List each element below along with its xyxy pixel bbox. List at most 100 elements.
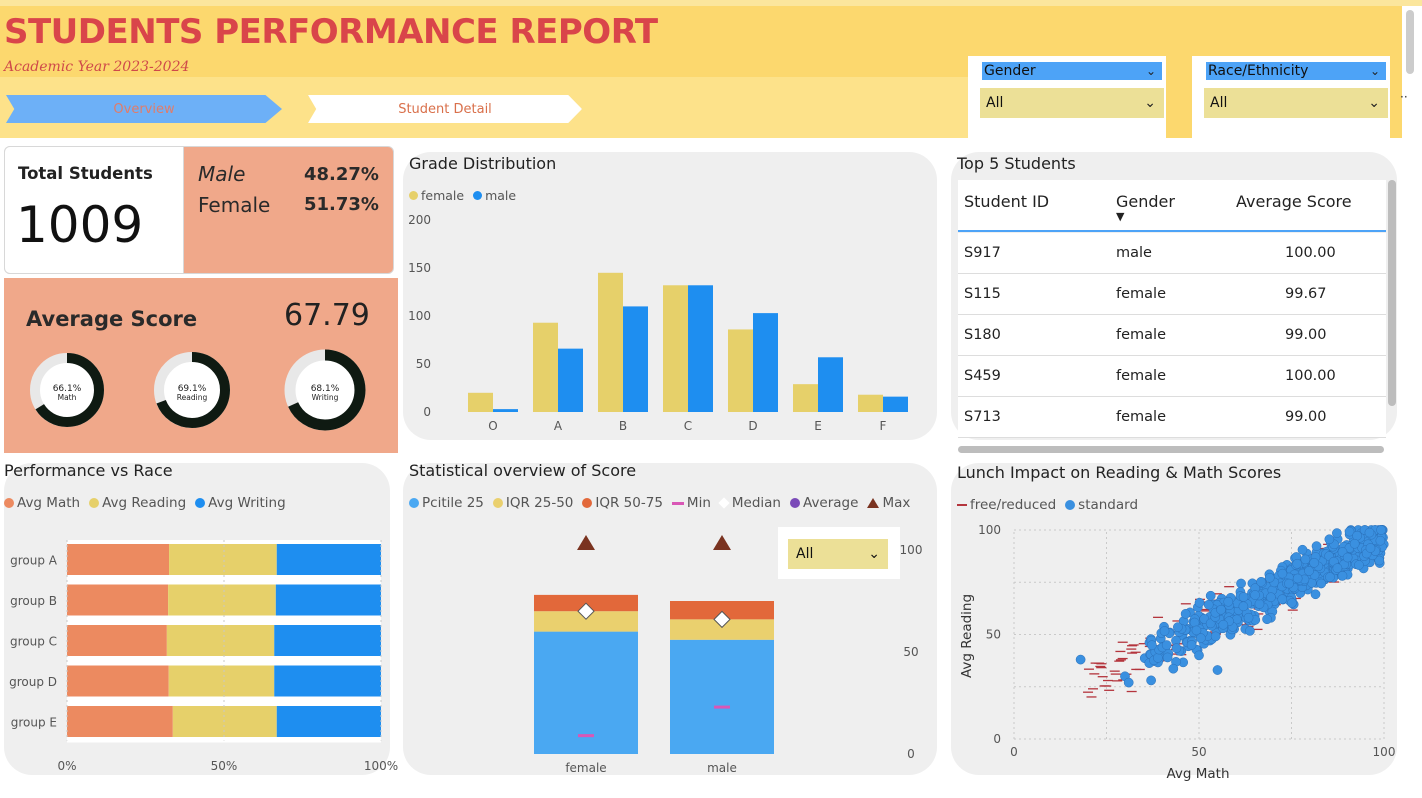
standard-point (1153, 653, 1163, 663)
standard-point (1277, 568, 1288, 579)
y-tick-label: 150 (408, 261, 431, 275)
header-scrollbar[interactable] (1406, 10, 1414, 74)
standard-point (1349, 538, 1360, 549)
bar-male (883, 396, 908, 412)
bar-segment (166, 625, 275, 656)
table-horizontal-scrollbar[interactable] (958, 446, 1384, 453)
gender-slicer-header[interactable]: Gender ⌄ (982, 62, 1162, 80)
standard-point (1352, 530, 1362, 541)
standard-point (1337, 570, 1348, 581)
legend-dot-icon (195, 498, 206, 508)
stat-panel-title: Statistical overview of Score (409, 461, 637, 480)
bar-male (688, 285, 713, 412)
student-id-cell: S917 (964, 245, 1001, 261)
race-panel-title: Performance vs Race (4, 461, 173, 480)
more-options-icon[interactable]: ·· (1400, 90, 1408, 104)
legend-male-label: male (485, 188, 517, 203)
table-row[interactable]: S713 female 99.00 (958, 397, 1386, 438)
standard-point (1123, 677, 1134, 688)
x-tick-label: C (684, 419, 692, 433)
legend-dot-icon (492, 498, 503, 508)
gender-cell: female (1116, 286, 1166, 302)
x-tick-label: O (488, 419, 497, 433)
stat-legend: Pcitile 25 IQR 25-50 IQR 50-75 Min Media… (409, 495, 916, 511)
page-subtitle: Academic Year 2023-2024 (4, 59, 190, 75)
column-gender[interactable]: Gender (1116, 192, 1175, 211)
table-row[interactable]: S115 female 99.67 (958, 274, 1386, 315)
standard-point (1243, 612, 1254, 623)
bar-male (558, 348, 583, 412)
legend-avg-writing-label: Avg Writing (208, 495, 286, 511)
lunch-legend: free/reduced standard (957, 497, 1144, 513)
total-students-label: Total Students (18, 164, 153, 183)
table-vertical-scrollbar[interactable] (1388, 180, 1396, 406)
standard-point (1256, 576, 1266, 587)
legend-max-label: Max (882, 495, 911, 511)
stat-filter-dropdown[interactable]: All ⌄ (788, 539, 888, 569)
legend-avg-writing: Avg Writing (195, 495, 286, 511)
average-score-cell: 100.00 (1285, 368, 1336, 384)
average-score-cell: 99.00 (1285, 409, 1327, 425)
nav-student-detail-button[interactable]: Student Detail (308, 95, 582, 123)
legend-iqr-25-50-label: IQR 25-50 (505, 495, 574, 511)
legend-dot-icon (409, 498, 419, 508)
y-tick-label: 0 (993, 732, 1001, 746)
standard-point (1218, 619, 1229, 630)
race-legend: Avg Math Avg Reading Avg Writing (4, 495, 292, 511)
header-top-strip (0, 0, 1422, 6)
race-slicer-label: Race/Ethnicity (1208, 63, 1309, 79)
standard-point (1254, 599, 1265, 609)
bar-segment (169, 544, 277, 575)
standard-point (1342, 552, 1353, 563)
gender-dropdown[interactable]: All ⌄ (980, 88, 1164, 118)
x-tick-label: 100% (364, 759, 398, 773)
gender-slicer: Gender ⌄ All ⌄ (968, 56, 1166, 138)
legend-min: Min (671, 495, 711, 511)
column-average-score[interactable]: Average Score (1236, 192, 1352, 211)
x-tick-label: D (748, 419, 757, 433)
standard-point (1147, 640, 1157, 651)
x-tick-label: F (880, 419, 887, 433)
race-dropdown[interactable]: All ⌄ (1204, 88, 1388, 118)
legend-dot-icon (89, 498, 100, 508)
bar-segment (168, 584, 276, 616)
y-tick-label: 50 (986, 628, 1001, 642)
table-row[interactable]: S180 female 99.00 (958, 315, 1386, 356)
chevron-down-icon: ⌄ (1369, 64, 1380, 78)
stat-filter-container: All ⌄ (778, 527, 900, 579)
x-tick-label: male (707, 761, 737, 775)
x-tick-label: 0% (57, 759, 76, 773)
header-scroll-area: ·· (1400, 6, 1422, 138)
total-students-value: 1009 (16, 196, 144, 254)
male-label: Male (198, 162, 246, 186)
nav-overview-button[interactable]: Overview (6, 95, 282, 123)
bar-male (493, 409, 518, 412)
y-category-label: group D (9, 675, 57, 689)
legend-dot-icon (1065, 500, 1076, 510)
legend-average-label: Average (803, 495, 859, 511)
standard-point (1238, 592, 1249, 602)
standard-point (1173, 622, 1183, 632)
standard-point (1284, 578, 1294, 589)
bar-female (858, 394, 883, 412)
x-tick-label: B (619, 419, 627, 433)
sort-descending-icon[interactable]: ▼ (1116, 210, 1124, 223)
standard-point (1168, 663, 1179, 674)
student-id-cell: S713 (964, 409, 1001, 425)
standard-point (1262, 614, 1272, 625)
legend-min-label: Min (686, 495, 711, 511)
legend-avg-reading: Avg Reading (89, 495, 186, 511)
legend-dash-icon (671, 501, 684, 505)
column-student-id[interactable]: Student ID (964, 192, 1049, 211)
legend-iqr-50-75: IQR 50-75 (582, 495, 663, 511)
stat-filter-value: All (796, 546, 814, 562)
race-dropdown-value: All (1210, 95, 1228, 111)
table-row[interactable]: S917 male 100.00 (958, 233, 1386, 274)
standard-point (1325, 572, 1335, 583)
table-row[interactable]: S459 female 100.00 (958, 356, 1386, 397)
page-title: STUDENTS PERFORMANCE REPORT (4, 12, 658, 52)
standard-point (1364, 527, 1375, 538)
gender-dropdown-value: All (986, 95, 1004, 111)
race-slicer-header[interactable]: Race/Ethnicity ⌄ (1206, 62, 1386, 80)
standard-point (1250, 590, 1260, 600)
